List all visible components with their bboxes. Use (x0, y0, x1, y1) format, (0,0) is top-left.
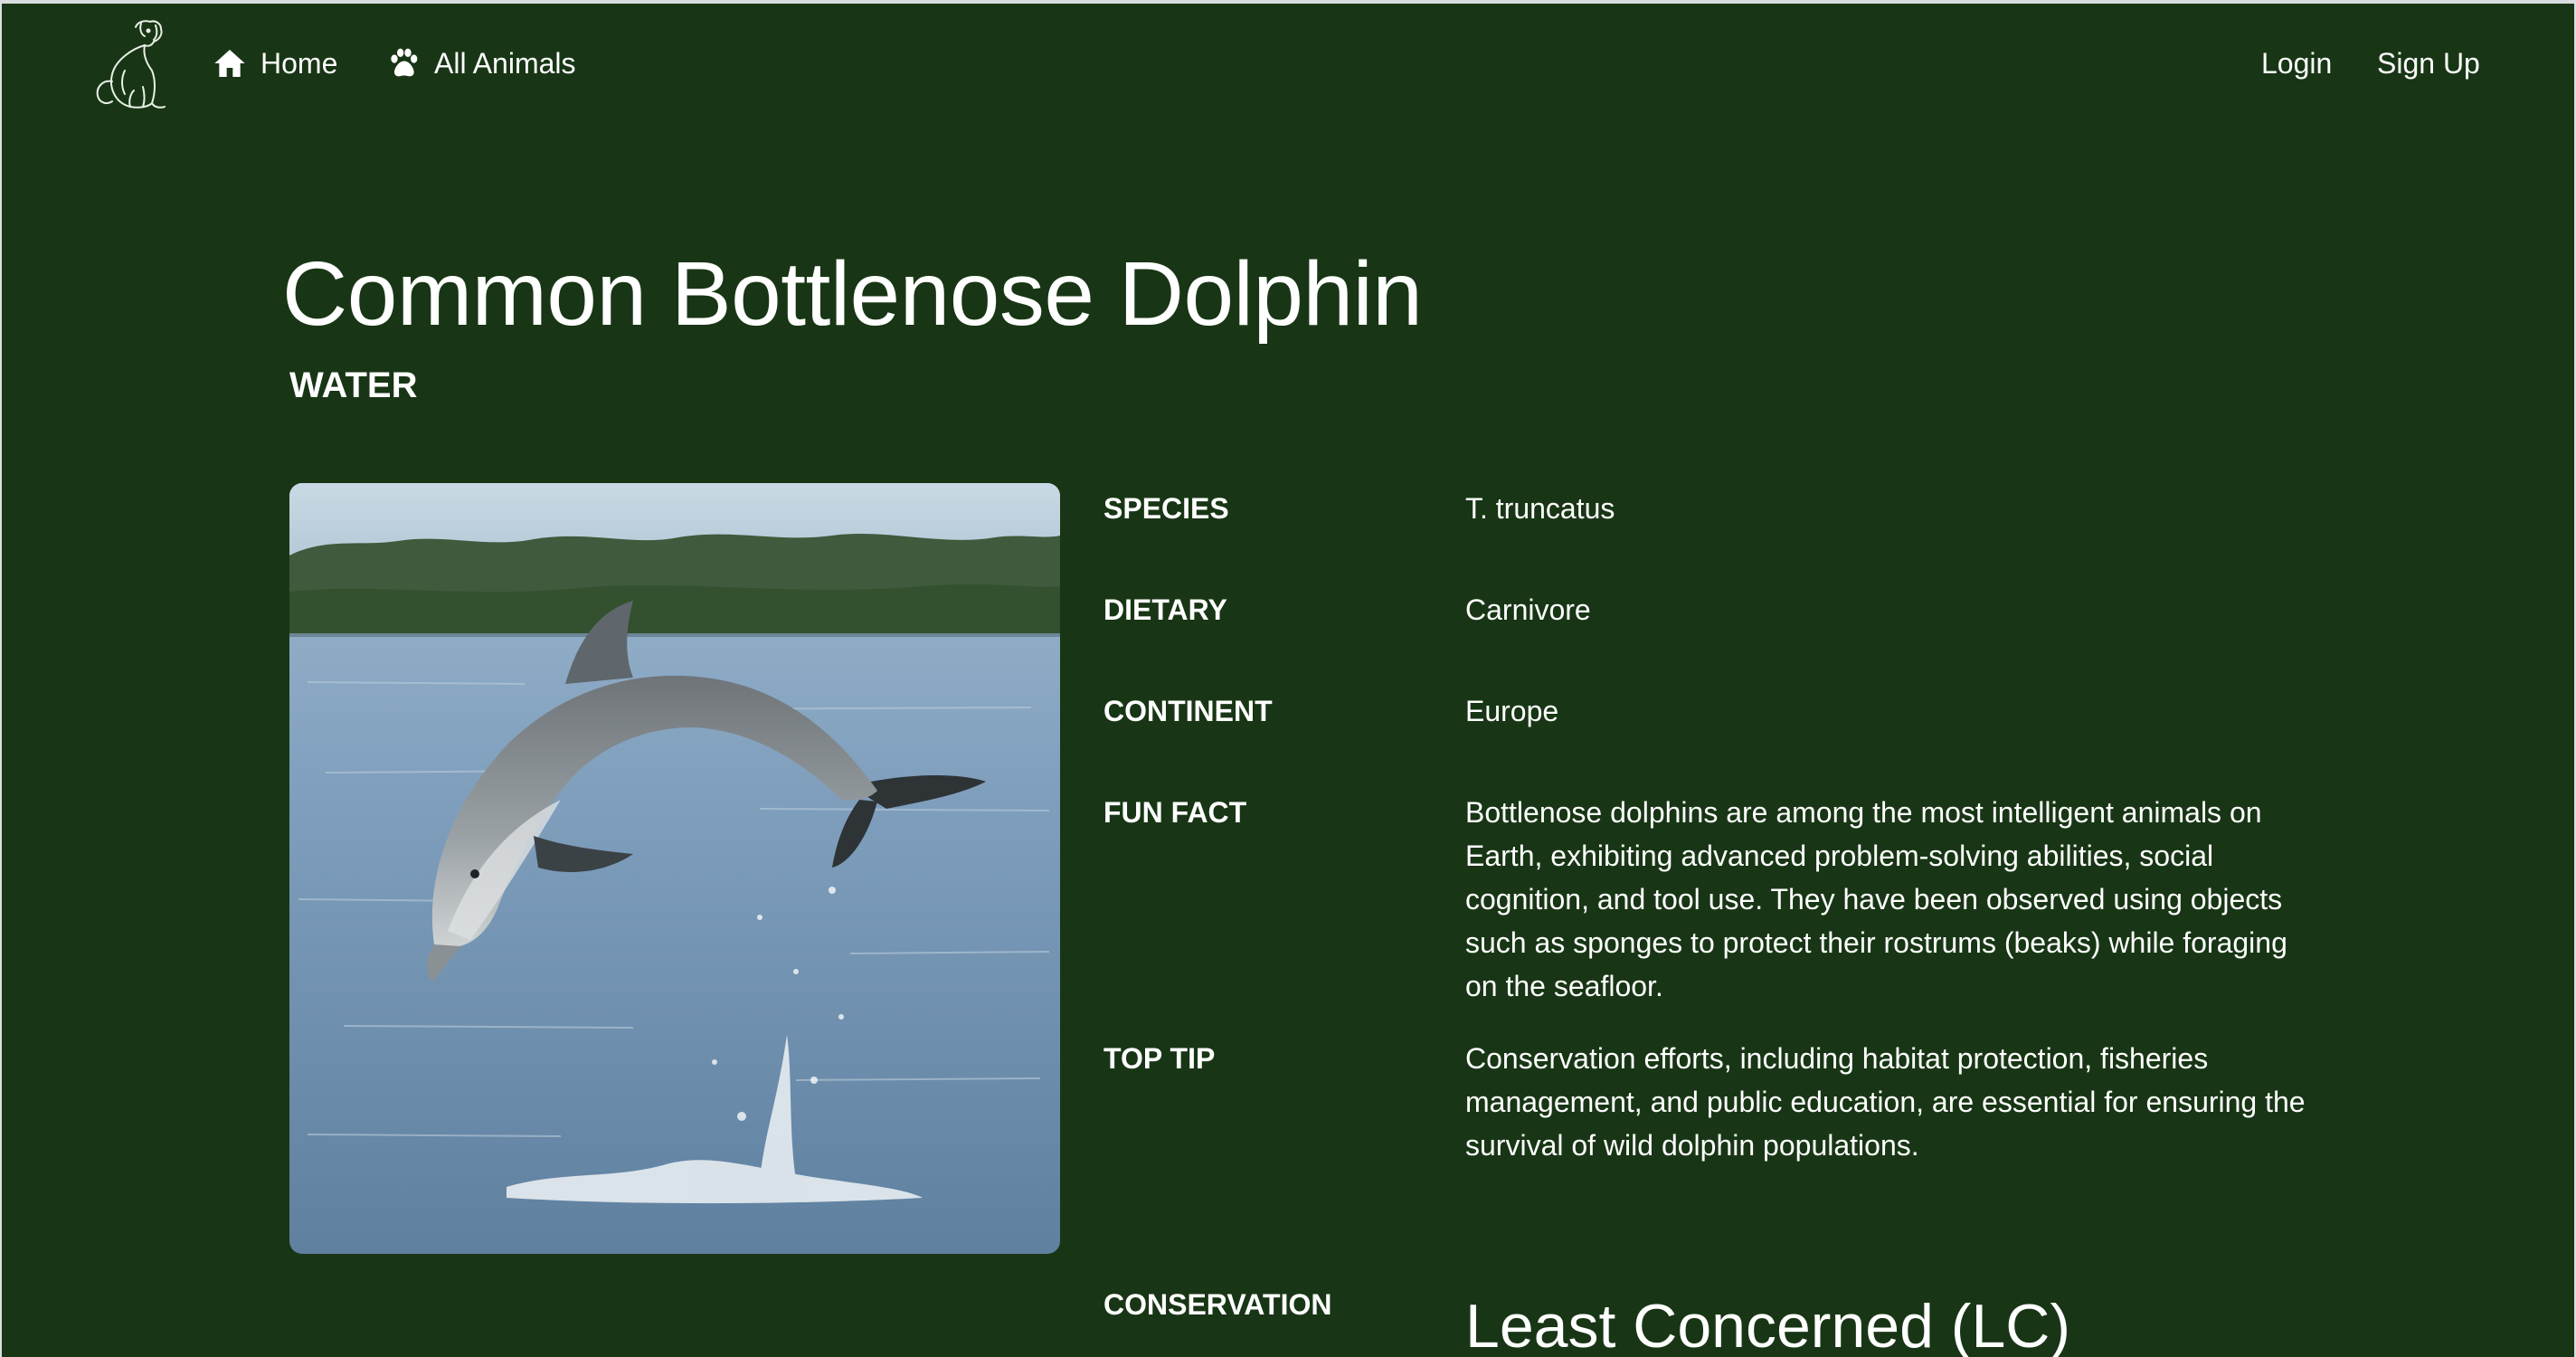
continent-label: CONTINENT (1103, 695, 1273, 727)
fun-fact-label: FUN FACT (1103, 796, 1247, 829)
navbar: Home All Animals Login Sign Up (2, 4, 2574, 121)
dietary-value: Carnivore (1465, 593, 1591, 626)
continent-value: Europe (1465, 695, 1559, 727)
dolphin-image (289, 483, 1060, 1254)
top-tip-label: TOP TIP (1103, 1042, 1216, 1075)
nav-home-link[interactable]: Home (212, 43, 337, 83)
animal-title: Common Bottlenose Dolphin (282, 243, 1423, 345)
page: Home All Animals Login Sign Up Common Bo… (2, 4, 2574, 1357)
sign-up-label: Sign Up (2377, 46, 2480, 80)
animal-photo (289, 483, 1060, 1254)
conservation-label: CONSERVATION (1103, 1288, 1332, 1321)
species-label: SPECIES (1103, 492, 1229, 525)
nav-home-label: Home (260, 46, 338, 80)
sign-up-link[interactable]: Sign Up (2377, 43, 2480, 83)
habitat-label: WATER (289, 365, 418, 405)
nav-all-animals-label: All Animals (434, 46, 576, 80)
home-icon (214, 50, 245, 77)
species-value: T. truncatus (1465, 492, 1615, 525)
login-link[interactable]: Login (2261, 43, 2332, 83)
conservation-status: Least Concerned (LC) (1465, 1292, 2071, 1357)
nav-all-animals-link[interactable]: All Animals (385, 43, 576, 83)
dog-logo-icon[interactable] (89, 14, 175, 112)
top-tip-value: Conservation efforts, including habitat … (1465, 1042, 2306, 1162)
fun-fact-value: Bottlenose dolphins are among the most i… (1465, 796, 2287, 1002)
paw-icon (391, 48, 418, 77)
dietary-label: DIETARY (1103, 593, 1227, 626)
login-label: Login (2261, 46, 2333, 80)
